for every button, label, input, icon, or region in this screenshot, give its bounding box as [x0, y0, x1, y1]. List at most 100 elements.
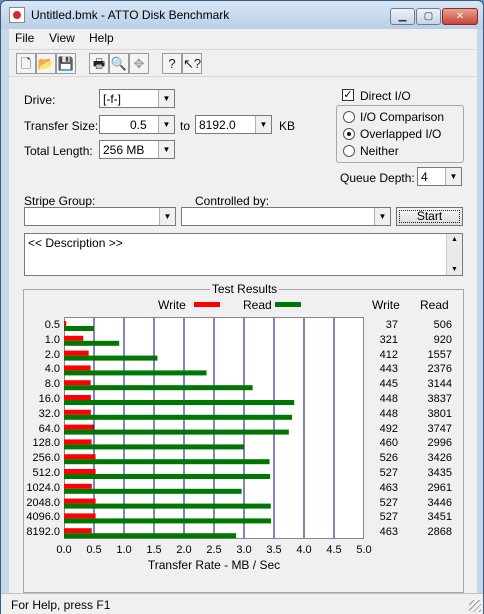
close-button[interactable]: ✕	[442, 8, 478, 25]
resize-grip[interactable]	[469, 600, 481, 612]
description-field[interactable]: << Description >> ▲ ▼	[24, 233, 463, 276]
radio-io-comparison[interactable]	[343, 111, 355, 123]
transfer-from-select[interactable]: 0.5 ▼	[99, 115, 175, 134]
direct-io-label: Direct I/O	[360, 89, 411, 103]
stripe-group-select[interactable]: ▼	[24, 207, 176, 226]
category-label: 512.0	[32, 467, 60, 479]
window-title: Untitled.bmk - ATTO Disk Benchmark	[31, 8, 230, 22]
queue-depth-label: Queue Depth:	[340, 171, 415, 185]
category-label: 1024.0	[26, 481, 60, 494]
category-label: 2.0	[44, 348, 60, 361]
controlled-by-label: Controlled by:	[195, 194, 270, 208]
drive-select[interactable]: [-f-] ▼	[99, 89, 175, 108]
start-button[interactable]: Start	[396, 207, 463, 226]
category-label: 256.0	[32, 452, 60, 465]
category-label: 8192.0	[26, 526, 60, 539]
move-icon[interactable]: ✥	[129, 53, 149, 74]
write-value: 463	[379, 481, 398, 494]
x-tick-label: 1.5	[146, 544, 162, 556]
write-value: 527	[379, 467, 398, 479]
write-bar	[64, 454, 96, 460]
read-bar	[64, 326, 95, 331]
radio-overlapped-io[interactable]	[343, 128, 355, 140]
overlapped-io-label: Overlapped I/O	[360, 127, 442, 141]
io-mode-group: I/O Comparison Overlapped I/O Neither	[336, 105, 464, 163]
context-help-icon[interactable]: ↖?	[182, 53, 202, 74]
read-bar	[64, 340, 120, 346]
print-icon[interactable]: 🖶	[89, 53, 109, 74]
test-results-group: Test Results Write Read Write Read 0.5 1.…	[23, 282, 464, 593]
chevron-down-icon: ▼	[374, 208, 390, 225]
x-tick-label: 2.0	[176, 544, 192, 556]
read-bar	[64, 355, 158, 361]
write-value: 445	[379, 378, 398, 391]
category-label: 8.0	[44, 378, 60, 391]
chevron-down-icon: ▼	[158, 90, 174, 107]
read-bar	[64, 429, 289, 435]
print-preview-icon[interactable]: 🔍	[109, 53, 129, 74]
help-icon[interactable]: ?	[162, 53, 182, 74]
read-bar	[64, 488, 242, 494]
write-value: 526	[379, 452, 398, 465]
x-tick-label: 4.5	[326, 544, 342, 556]
category-label: 4.0	[44, 363, 60, 376]
radio-neither[interactable]	[343, 145, 355, 157]
description-scrollbar[interactable]: ▲ ▼	[446, 234, 462, 275]
save-icon[interactable]: 💾	[56, 53, 76, 74]
controlled-by-select[interactable]: ▼	[181, 207, 391, 226]
title-bar[interactable]: Untitled.bmk - ATTO Disk Benchmark ▁ ▢ ✕	[1, 1, 483, 29]
write-bar	[64, 395, 91, 400]
menu-file[interactable]: File	[15, 31, 34, 45]
drive-label: Drive:	[24, 93, 56, 107]
write-value: 443	[379, 363, 398, 376]
total-length-select[interactable]: 256 MB ▼	[99, 140, 175, 159]
write-value: 321	[379, 333, 398, 346]
read-bar	[64, 385, 253, 391]
read-value: 920	[433, 333, 452, 346]
write-bar	[64, 424, 94, 430]
category-label: 32.0	[38, 407, 60, 420]
write-value: 448	[379, 393, 398, 405]
neither-label: Neither	[360, 144, 399, 158]
maximize-button[interactable]: ▢	[416, 8, 441, 25]
write-column-header: Write	[372, 298, 400, 312]
status-bar: For Help, press F1	[1, 593, 483, 614]
scroll-down-icon[interactable]: ▼	[447, 266, 462, 273]
write-legend-label: Write	[158, 298, 186, 312]
read-value: 2376	[427, 363, 452, 376]
menu-bar: File View Help	[9, 29, 477, 48]
read-value: 3801	[427, 407, 452, 420]
scroll-up-icon[interactable]: ▲	[447, 236, 462, 243]
category-label: 64.0	[38, 422, 60, 435]
x-tick-label: 3.5	[266, 544, 282, 556]
read-bar	[64, 474, 271, 479]
transfer-to-select[interactable]: 8192.0 ▼	[195, 115, 272, 134]
direct-io-checkbox[interactable]: ✓	[342, 89, 354, 101]
transfer-size-label: Transfer Size:	[24, 119, 99, 133]
read-legend-label: Read	[243, 298, 272, 312]
write-bar	[64, 498, 96, 504]
test-results-title: Test Results	[209, 282, 280, 296]
write-value: 527	[379, 496, 398, 509]
write-value: 492	[379, 422, 398, 435]
read-value: 1557	[427, 348, 452, 361]
menu-help[interactable]: Help	[89, 31, 114, 45]
read-value: 3451	[427, 511, 452, 524]
write-bar	[64, 335, 84, 341]
write-bar	[64, 365, 91, 371]
menu-view[interactable]: View	[49, 31, 75, 45]
write-bar	[64, 528, 92, 534]
write-value: 37	[385, 319, 398, 331]
to-label: to	[180, 119, 191, 133]
io-comparison-label: I/O Comparison	[360, 110, 445, 124]
queue-depth-select[interactable]: 4 ▼	[417, 167, 462, 186]
minimize-button[interactable]: ▁	[390, 8, 415, 25]
x-axis-label: Transfer Rate - MB / Sec	[147, 558, 281, 572]
open-icon[interactable]: 📂	[36, 53, 56, 74]
toolbar: 🗋 📂 💾 🖶 🔍 ✥ ? ↖?	[9, 49, 477, 77]
write-bar	[64, 483, 92, 489]
write-bar	[64, 350, 89, 356]
new-icon[interactable]: 🗋	[16, 53, 36, 74]
description-text: << Description >>	[28, 236, 123, 250]
write-bar	[64, 409, 91, 415]
